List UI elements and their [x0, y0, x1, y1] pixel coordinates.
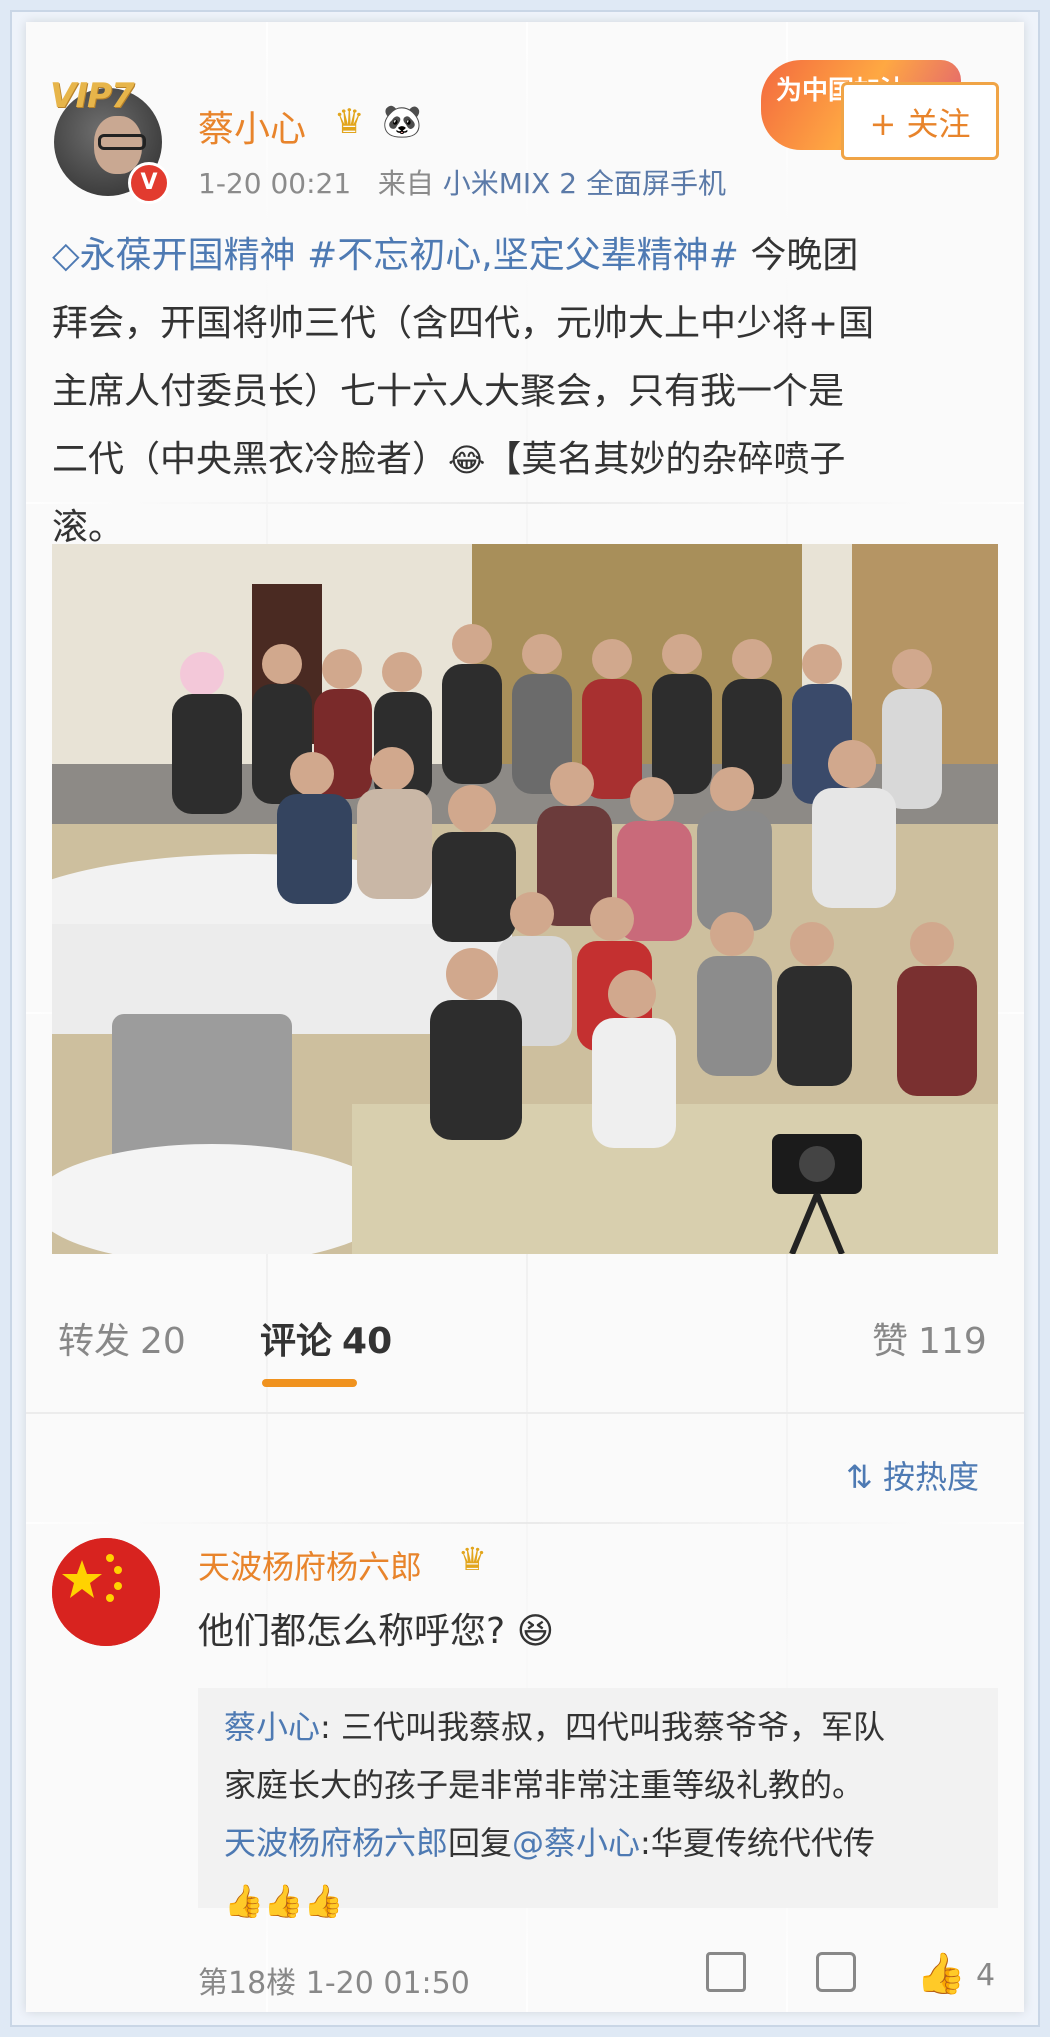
post-text-line: 【莫名其妙的杂碎喷子 — [485, 439, 846, 480]
repost-count: 20 — [140, 1321, 186, 1362]
repost-tab[interactable]: 转发 20 — [58, 1312, 186, 1364]
crown-icon: ♛ — [458, 1540, 487, 1578]
comment-label: 评论 — [260, 1321, 333, 1362]
share-icon[interactable] — [706, 1952, 746, 1992]
like-label: 赞 — [872, 1321, 909, 1362]
action-bar: 转发 20 评论 40 赞 119 — [52, 1312, 1002, 1372]
post-meta: 1-20 00:21 来自 小米MIX 2 全面屏手机 — [198, 162, 726, 202]
reply-user[interactable]: 蔡小心 — [224, 1708, 320, 1746]
comment-time: 1-20 01:50 — [305, 1966, 470, 2001]
reply-user[interactable]: 天波杨府杨六郎 — [224, 1824, 448, 1862]
reply-text: : 三代叫我蔡叔，四代叫我蔡爷爷，军队 — [320, 1708, 885, 1746]
sort-label: 按热度 — [882, 1458, 979, 1496]
username[interactable]: 蔡小心 — [198, 100, 306, 152]
post-photo[interactable] — [52, 544, 998, 1254]
follow-button[interactable]: + 关注 — [841, 82, 999, 160]
group-photo-illustration — [52, 544, 998, 1254]
commenter-avatar[interactable] — [52, 1538, 160, 1646]
post-text-line: 拜会，开国将帅三代（含四代，元帅大上中少将+国 — [52, 303, 875, 344]
reply-thread[interactable]: 蔡小心: 三代叫我蔡叔，四代叫我蔡爷爷，军队 家庭长大的孩子是非常非常注重等级礼… — [198, 1688, 998, 1920]
comment-body: 他们都怎么称呼您? — [198, 1611, 506, 1652]
weibo-post-card: VIP7 V 蔡小心 ♛ 🐼 1-20 00:21 来自 小米MIX 2 全面屏… — [26, 22, 1024, 2012]
reply-item: 天波杨府杨六郎回复@蔡小心:华夏传统代代传 — [224, 1814, 972, 1872]
comment-like-count: 4 — [976, 1958, 996, 1993]
active-tab-indicator — [262, 1379, 357, 1387]
post-text-line: 今晚团 — [738, 235, 859, 276]
verified-icon: V — [128, 162, 170, 204]
post-text-line: 二代（中央黑衣冷脸者） — [52, 439, 449, 480]
vip-badge: VIP7 — [50, 76, 135, 116]
like-count: 119 — [918, 1321, 987, 1362]
reply-verb: 回复 — [448, 1824, 513, 1862]
reply-item: 蔡小心: 三代叫我蔡叔，四代叫我蔡爷爷，军队 — [224, 1698, 972, 1756]
divider — [26, 1412, 1024, 1414]
post-text-line: 主席人付委员长）七十六人大聚会，只有我一个是 — [52, 371, 845, 412]
sort-toggle[interactable]: ⇅ 按热度 — [846, 1452, 979, 1498]
mention-link[interactable]: @蔡小心 — [512, 1824, 640, 1862]
repost-label: 转发 — [58, 1321, 131, 1362]
laugh-emoji: 😆 — [516, 1611, 555, 1652]
source-prefix: 来自 — [377, 167, 434, 200]
post-source[interactable]: 小米MIX 2 全面屏手机 — [443, 167, 726, 200]
thumbs-up-emoji: 👍👍👍 — [224, 1882, 344, 1920]
comment-count: 40 — [342, 1321, 393, 1362]
sort-icon: ⇅ — [846, 1458, 873, 1496]
reply-text: :华夏传统代代传 — [640, 1824, 875, 1862]
post-text: ◇永葆开国精神 #不忘初心,坚定父辈精神# 今晚团 拜会，开国将帅三代（含四代，… — [52, 222, 1002, 562]
comment-icon[interactable] — [816, 1952, 856, 1992]
like-icon[interactable]: 👍 — [916, 1950, 966, 1997]
laugh-emoji: 😂 — [448, 441, 486, 479]
post-text-line: 滚。 — [52, 507, 125, 548]
reply-text-line: 家庭长大的孩子是非常非常注重等级礼教的。 — [224, 1766, 865, 1804]
commenter-name[interactable]: 天波杨府杨六郎 — [198, 1542, 422, 1588]
floor-number: 第18楼 — [198, 1966, 297, 2001]
post-time: 1-20 00:21 — [198, 167, 352, 200]
topic-tag[interactable]: ◇永葆开国精神 — [52, 235, 296, 276]
avatar-glasses — [98, 134, 146, 150]
china-flag-icon — [52, 1538, 160, 1646]
like-tab[interactable]: 赞 119 — [872, 1312, 987, 1364]
hashtag[interactable]: #不忘初心,坚定父辈精神# — [307, 235, 739, 276]
crown-icon: ♛ — [334, 102, 365, 142]
comment-text: 他们都怎么称呼您? 😆 — [198, 1602, 554, 1654]
comment-tab[interactable]: 评论 40 — [260, 1312, 392, 1364]
panda-icon: 🐼 — [382, 102, 422, 140]
comment-footer: 第18楼 1-20 01:50 — [198, 1958, 470, 2002]
paper-crease — [26, 1522, 1024, 1524]
